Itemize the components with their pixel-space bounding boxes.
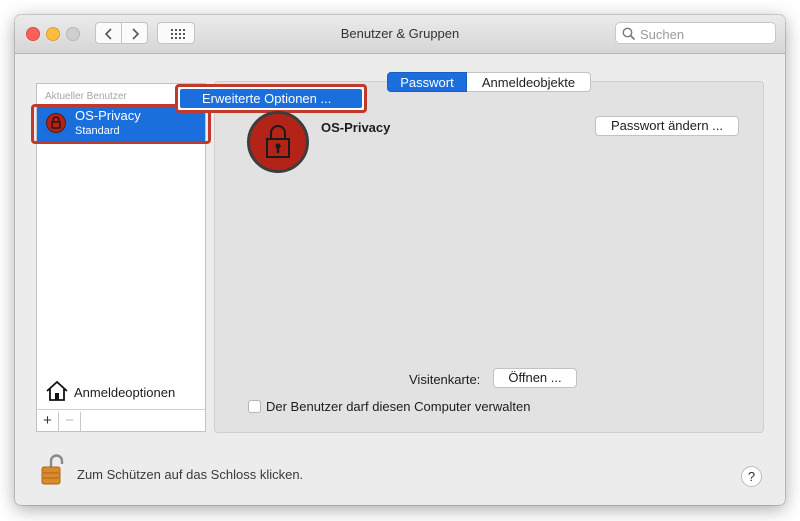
title-bar: Benutzer & Gruppen	[15, 15, 785, 54]
add-user-button[interactable]: +	[37, 412, 59, 431]
context-menu: Erweiterte Optionen ...	[175, 84, 367, 113]
lock-instruction-text: Zum Schützen auf das Schloss klicken.	[77, 467, 304, 482]
admin-checkbox[interactable]	[248, 400, 261, 413]
contact-card-label: Visitenkarte:	[409, 372, 481, 387]
tab-login-items[interactable]: Anmeldeobjekte	[467, 72, 591, 92]
user-full-name: OS-Privacy	[321, 120, 391, 135]
search-field[interactable]	[615, 22, 776, 44]
login-options-item[interactable]: Anmeldeoptionen	[37, 377, 205, 407]
change-password-button[interactable]: Passwort ändern ...	[595, 116, 739, 136]
lock-icon	[266, 125, 290, 158]
help-button[interactable]: ?	[741, 466, 762, 487]
login-options-label: Anmeldeoptionen	[74, 385, 176, 400]
search-input[interactable]	[638, 25, 772, 43]
user-picture[interactable]	[247, 111, 309, 173]
system-preferences-window: Benutzer & Gruppen Aktueller Benutzer OS…	[15, 15, 785, 505]
list-divider	[37, 409, 205, 410]
padlock-icon	[41, 454, 64, 485]
search-icon	[622, 27, 636, 41]
padlock-button[interactable]	[39, 453, 67, 490]
context-menu-item-advanced-options[interactable]: Erweiterte Optionen ...	[180, 89, 362, 108]
admin-checkbox-label[interactable]: Der Benutzer darf diesen Computer verwal…	[266, 399, 530, 414]
section-header-current-user: Aktueller Benutzer	[45, 91, 127, 102]
remove-user-button[interactable]: −	[59, 412, 81, 431]
tab-password[interactable]: Passwort	[387, 72, 467, 92]
house-icon	[46, 380, 68, 401]
open-contact-card-button[interactable]: Öffnen ...	[493, 368, 577, 388]
context-menu-item-label: Erweiterte Optionen ...	[202, 91, 332, 106]
